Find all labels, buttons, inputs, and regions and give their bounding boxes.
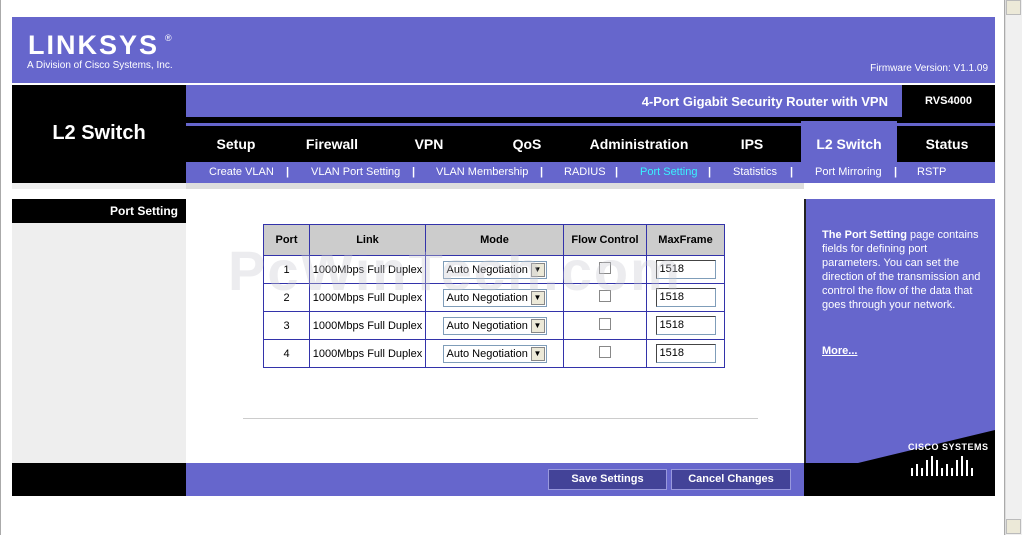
- link-status: 1000Mbps Full Duplex: [309, 339, 426, 368]
- port-number: 3: [263, 311, 310, 340]
- section-title: L2 Switch: [52, 122, 146, 144]
- subtab-separator: |: [708, 166, 712, 178]
- logo-subtitle: A Division of Cisco Systems, Inc.: [27, 60, 173, 71]
- subtab-vlan-membership[interactable]: VLAN Membership: [436, 166, 528, 178]
- mode-select-value: Auto Negotiation: [446, 319, 528, 332]
- watermark: PcWinTech.com: [228, 239, 682, 302]
- help-title: The Port Setting: [822, 229, 907, 241]
- maxframe-cell: 1518: [646, 339, 725, 368]
- linksys-logo: LINKSYS: [28, 30, 160, 60]
- flow-cell: [563, 311, 647, 340]
- tab-ips[interactable]: IPS: [722, 126, 782, 162]
- subtab-separator: |: [286, 166, 290, 178]
- subtab-statistics[interactable]: Statistics: [733, 166, 777, 178]
- tab-administration[interactable]: Administration: [580, 126, 698, 162]
- subtab-separator: |: [894, 166, 898, 178]
- table-row: 3 1000Mbps Full Duplex Auto Negotiation ▼…: [263, 311, 725, 340]
- subtab-rstp[interactable]: RSTP: [917, 166, 946, 178]
- content-divider: [243, 418, 758, 419]
- mode-select-value: Auto Negotiation: [446, 347, 528, 360]
- save-settings-button[interactable]: Save Settings: [548, 469, 667, 490]
- link-status: 1000Mbps Full Duplex: [309, 311, 426, 340]
- scroll-down-button[interactable]: [1006, 519, 1021, 534]
- subtab-separator: |: [790, 166, 794, 178]
- tab-qos[interactable]: QoS: [497, 126, 557, 162]
- product-name: 4-Port Gigabit Security Router with VPN: [641, 94, 888, 109]
- subtab-separator: |: [615, 166, 619, 178]
- tab-setup[interactable]: Setup: [200, 126, 272, 162]
- port-number: 4: [263, 339, 310, 368]
- tab-status[interactable]: Status: [908, 126, 986, 162]
- scroll-up-button[interactable]: [1006, 0, 1021, 15]
- subtab-port-setting[interactable]: Port Setting: [640, 166, 697, 178]
- table-row: 4 1000Mbps Full Duplex Auto Negotiation ▼…: [263, 339, 725, 368]
- tab-l2-switch[interactable]: L2 Switch: [801, 121, 897, 162]
- mode-cell: Auto Negotiation ▼: [425, 311, 564, 340]
- flow-control-checkbox[interactable]: [599, 318, 611, 330]
- mode-select[interactable]: Auto Negotiation ▼: [442, 344, 547, 363]
- tab-firewall[interactable]: Firewall: [290, 126, 374, 162]
- help-text: The Port Setting page contains fields fo…: [822, 228, 982, 312]
- cisco-systems-logo-text: CISCO SYSTEMS: [908, 442, 989, 452]
- cisco-bars-icon: [911, 456, 973, 476]
- vertical-scrollbar[interactable]: [1005, 0, 1022, 535]
- left-nav-port-setting: Port Setting: [12, 199, 186, 223]
- maxframe-cell: 1518: [646, 311, 725, 340]
- help-more-link[interactable]: More...: [822, 345, 857, 357]
- subtab-radius[interactable]: RADIUS: [564, 166, 606, 178]
- browser-frame: LINKSYS ® A Division of Cisco Systems, I…: [0, 0, 1022, 535]
- mode-cell: Auto Negotiation ▼: [425, 339, 564, 368]
- flow-cell: [563, 339, 647, 368]
- model-name: RVS4000: [925, 95, 972, 107]
- subtab-separator: |: [412, 166, 416, 178]
- left-nav-panel: [12, 183, 186, 463]
- tab-vpn[interactable]: VPN: [400, 126, 458, 162]
- maxframe-input[interactable]: 1518: [655, 316, 716, 335]
- maxframe-input[interactable]: 1518: [655, 344, 716, 363]
- firmware-version: Firmware Version: V1.1.09: [870, 63, 988, 74]
- left-nav-spacer: [12, 189, 186, 199]
- cancel-changes-button[interactable]: Cancel Changes: [671, 469, 791, 490]
- registered-mark: ®: [165, 33, 172, 43]
- mode-select[interactable]: Auto Negotiation ▼: [442, 316, 547, 335]
- subtab-port-mirroring[interactable]: Port Mirroring: [815, 166, 882, 178]
- subtab-vlan-port-setting[interactable]: VLAN Port Setting: [311, 166, 400, 178]
- bottom-left-block: [12, 463, 186, 496]
- dropdown-arrow-icon[interactable]: ▼: [530, 346, 545, 361]
- help-top-spacer: [804, 183, 995, 199]
- subtab-create-vlan[interactable]: Create VLAN: [209, 166, 274, 178]
- dropdown-arrow-icon[interactable]: ▼: [530, 318, 545, 333]
- flow-control-checkbox[interactable]: [599, 346, 611, 358]
- subtab-separator: |: [540, 166, 544, 178]
- help-body: page contains fields for defining port p…: [822, 229, 981, 311]
